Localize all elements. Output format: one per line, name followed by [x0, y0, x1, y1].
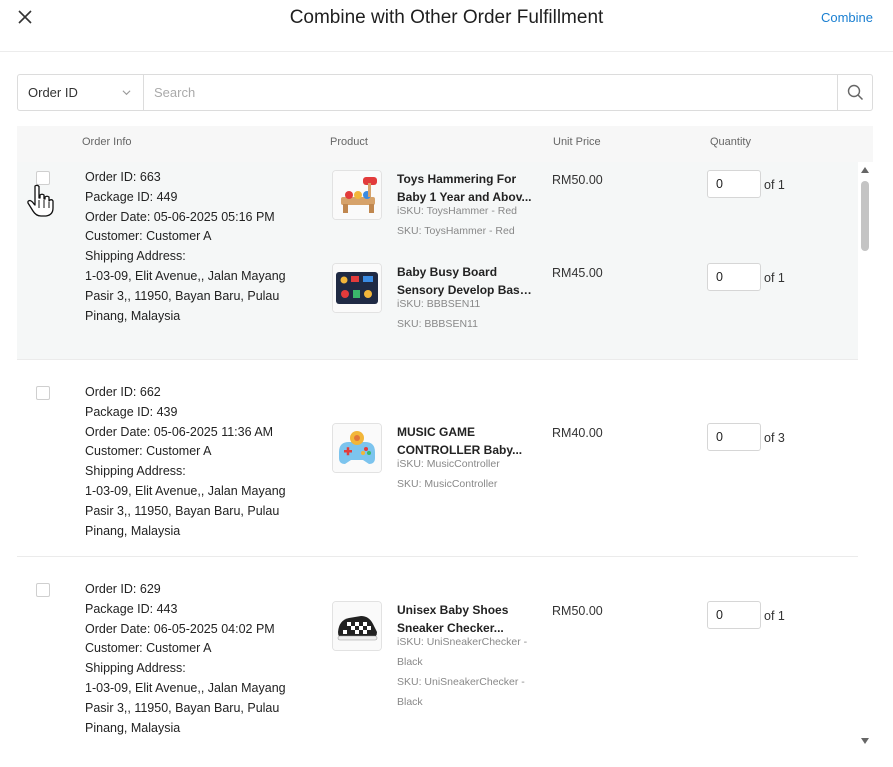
isku-cont: Black: [397, 656, 423, 668]
search-bar: Order ID: [17, 74, 873, 111]
order-info: Order ID: 663 Package ID: 449 Order Date…: [85, 168, 300, 326]
product-sku: iSKU: ToysHammer - Red SKU: ToysHammer -…: [397, 201, 533, 241]
shipping-label: Shipping Address:: [85, 249, 186, 264]
search-icon: [847, 84, 864, 101]
address-line: Pinang, Malaysia: [85, 720, 181, 735]
quantity-input[interactable]: [707, 263, 761, 291]
product-sku: iSKU: BBBSEN11 SKU: BBBSEN11: [397, 294, 533, 334]
product-image: [332, 601, 382, 651]
unit-price: RM50.00: [552, 173, 603, 187]
order-row: Order ID: 663 Package ID: 449 Order Date…: [17, 162, 858, 360]
sku: SKU: UniSneakerChecker -: [397, 676, 525, 688]
combine-button[interactable]: Combine: [821, 10, 873, 25]
address-line: 1-03-09, Elit Avenue,, Jalan Mayang: [85, 483, 286, 498]
isku: iSKU: BBBSEN11: [397, 298, 481, 310]
unit-price: RM45.00: [552, 266, 603, 280]
scroll-down-arrow-icon[interactable]: [861, 738, 869, 744]
address-line: Pinang, Malaysia: [85, 308, 181, 323]
scroll-thumb[interactable]: [861, 181, 869, 251]
quantity-input[interactable]: [707, 423, 761, 451]
column-order-info: Order Info: [82, 136, 132, 148]
order-info: Order ID: 662 Package ID: 439 Order Date…: [85, 383, 300, 541]
quantity-input[interactable]: [707, 170, 761, 198]
column-unit-price: Unit Price: [553, 136, 601, 148]
product-image: [332, 423, 382, 473]
order-id: Order ID: 663: [85, 170, 161, 184]
customer: Customer: Customer A: [85, 444, 212, 459]
order-checkbox[interactable]: [36, 171, 50, 185]
search-input[interactable]: [145, 75, 837, 110]
unit-price: RM50.00: [552, 604, 603, 618]
quantity-input[interactable]: [707, 601, 761, 629]
package-id: Package ID: 439: [85, 404, 178, 419]
address-line: Pasir 3,, 11950, Bayan Baru, Pulau: [85, 288, 280, 303]
order-row: Order ID: 629 Package ID: 443 Order Date…: [17, 557, 858, 767]
customer: Customer: Customer A: [85, 229, 212, 244]
chevron-down-icon: [122, 90, 131, 96]
unit-price: RM40.00: [552, 426, 603, 440]
order-info: Order ID: 629 Package ID: 443 Order Date…: [85, 580, 300, 738]
isku: iSKU: ToysHammer - Red: [397, 205, 518, 217]
sku: SKU: ToysHammer - Red: [397, 225, 515, 237]
quantity-max: of 3: [764, 431, 785, 445]
package-id: Package ID: 443: [85, 601, 178, 616]
sku-cont: Black: [397, 696, 423, 708]
isku: iSKU: MusicController: [397, 458, 500, 470]
search-field-select-value: Order ID: [28, 85, 78, 100]
product-image: [332, 263, 382, 313]
order-id: Order ID: 662: [85, 385, 161, 399]
package-id: Package ID: 449: [85, 189, 178, 204]
order-row: Order ID: 662 Package ID: 439 Order Date…: [17, 360, 858, 557]
order-checkbox[interactable]: [36, 583, 50, 597]
order-date: Order Date: 05-06-2025 11:36 AM: [85, 424, 274, 439]
quantity-max: of 1: [764, 609, 785, 623]
product-sku: iSKU: UniSneakerChecker - Black SKU: Uni…: [397, 632, 533, 712]
shipping-label: Shipping Address:: [85, 464, 186, 479]
address-line: Pasir 3,, 11950, Bayan Baru, Pulau: [85, 700, 280, 715]
order-checkbox[interactable]: [36, 386, 50, 400]
scroll-up-arrow-icon[interactable]: [861, 167, 869, 173]
quantity-max: of 1: [764, 178, 785, 192]
address-line: Pasir 3,, 11950, Bayan Baru, Pulau: [85, 503, 280, 518]
quantity-max: of 1: [764, 271, 785, 285]
order-id: Order ID: 629: [85, 582, 161, 596]
scrollbar[interactable]: [857, 162, 873, 752]
address-line: 1-03-09, Elit Avenue,, Jalan Mayang: [85, 680, 286, 695]
customer: Customer: Customer A: [85, 641, 212, 656]
isku: iSKU: UniSneakerChecker -: [397, 636, 528, 648]
address-line: Pinang, Malaysia: [85, 523, 181, 538]
order-list[interactable]: Order ID: 663 Package ID: 449 Order Date…: [17, 162, 873, 767]
address-line: 1-03-09, Elit Avenue,, Jalan Mayang: [85, 268, 286, 283]
column-quantity: Quantity: [710, 136, 751, 148]
sku: SKU: BBBSEN11: [397, 318, 478, 330]
modal-title: Combine with Other Order Fulfillment: [289, 7, 604, 28]
order-date: Order Date: 05-06-2025 05:16 PM: [85, 209, 275, 224]
order-date: Order Date: 06-05-2025 04:02 PM: [85, 621, 275, 636]
column-product: Product: [330, 136, 368, 148]
modal-header: Combine with Other Order Fulfillment Com…: [0, 0, 893, 52]
product-sku: iSKU: MusicController SKU: MusicControll…: [397, 454, 533, 494]
table-header: Order Info Product Unit Price Quantity: [17, 126, 873, 162]
product-image: [332, 170, 382, 220]
search-field-select[interactable]: Order ID: [18, 75, 144, 110]
shipping-label: Shipping Address:: [85, 661, 186, 676]
search-button[interactable]: [837, 75, 872, 110]
sku: SKU: MusicController: [397, 478, 498, 490]
